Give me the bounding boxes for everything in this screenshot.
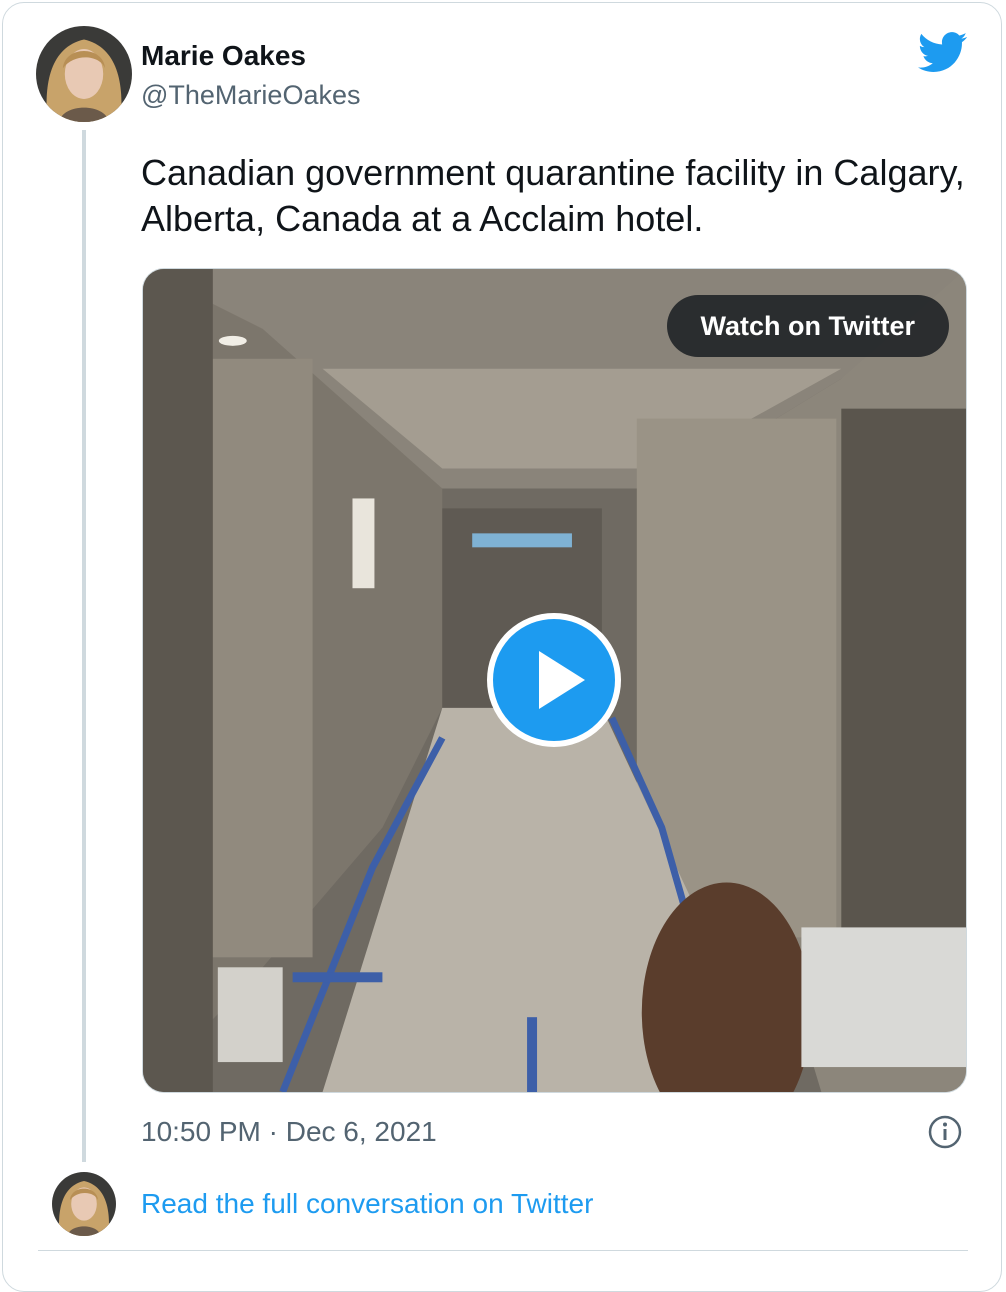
avatar-image — [36, 26, 132, 122]
tweet-text: Canadian government quarantine facility … — [141, 152, 965, 239]
thread-line — [82, 130, 86, 1162]
read-full-conversation-link[interactable]: Read the full conversation on Twitter — [141, 1188, 593, 1220]
watch-on-twitter-button[interactable]: Watch on Twitter — [666, 295, 949, 357]
avatar-image — [52, 1172, 116, 1236]
play-icon[interactable] — [487, 613, 621, 747]
author-name[interactable]: Marie Oakes — [141, 40, 306, 72]
video-thumbnail[interactable]: Watch on Twitter — [142, 268, 967, 1093]
author-avatar-small[interactable] — [52, 1172, 116, 1236]
twitter-bird-icon[interactable] — [918, 32, 968, 74]
author-avatar[interactable] — [36, 26, 132, 122]
info-icon[interactable] — [928, 1115, 962, 1149]
divider — [38, 1250, 968, 1251]
author-handle[interactable]: @TheMarieOakes — [141, 80, 360, 111]
tweet-timestamp[interactable]: 10:50 PM · Dec 6, 2021 — [141, 1116, 437, 1148]
